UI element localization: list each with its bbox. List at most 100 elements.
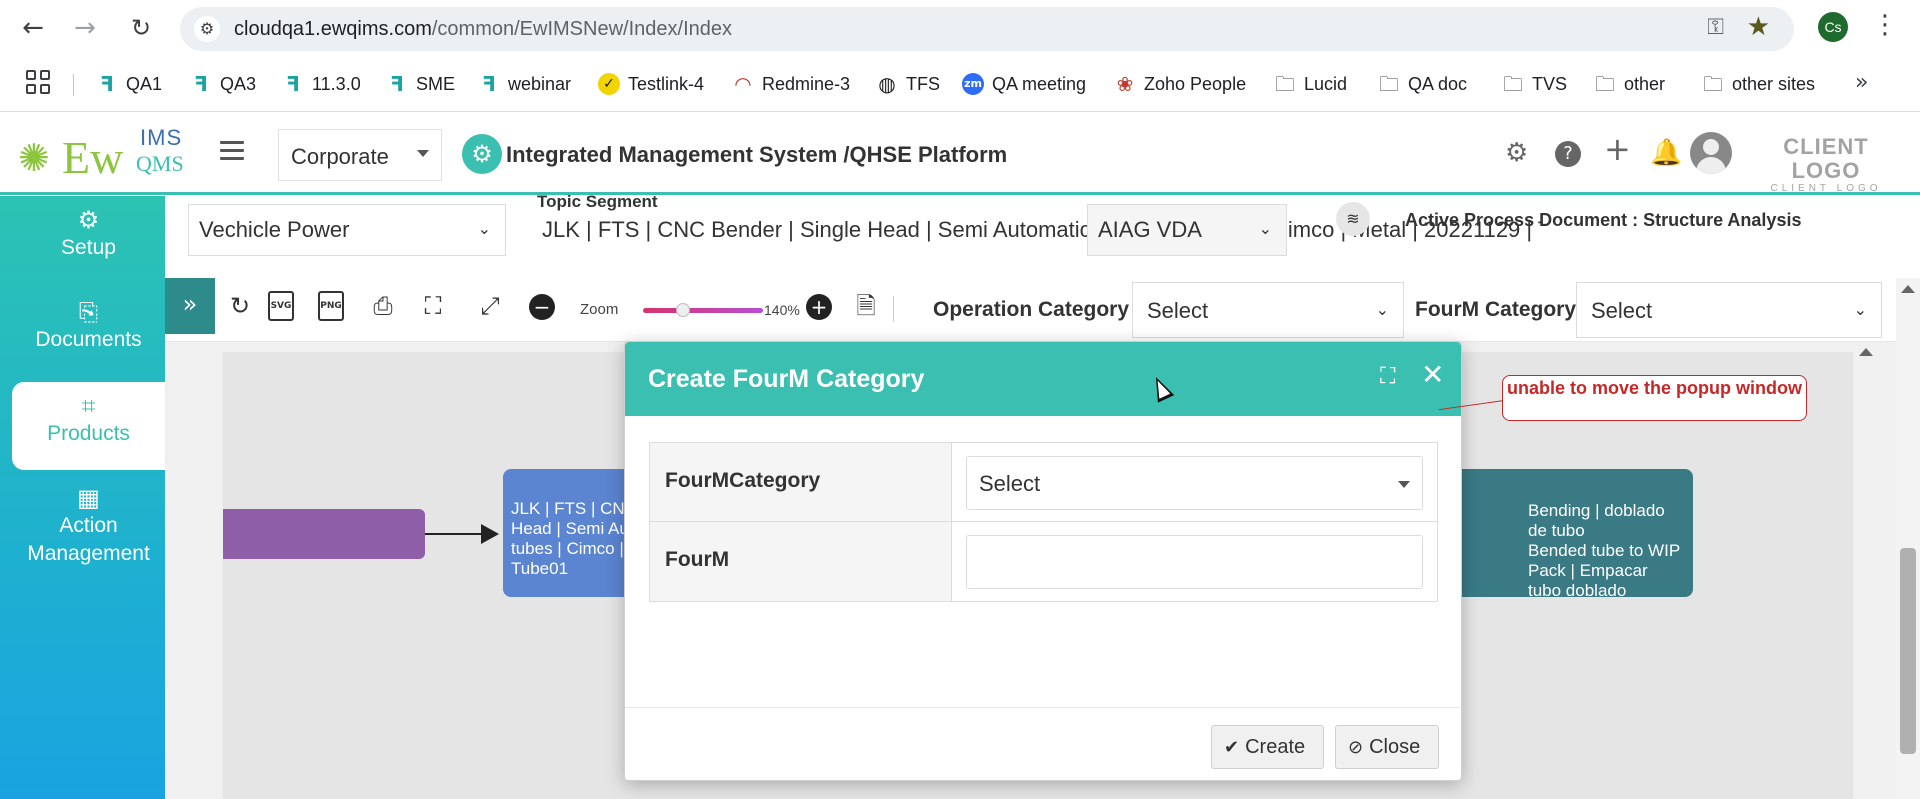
folder-icon: 🗀 <box>1595 72 1615 96</box>
bookmark-testlink[interactable]: ✓ Testlink-4 <box>598 68 704 100</box>
more-bookmarks-icon[interactable]: » <box>1855 70 1868 95</box>
redmine-icon: ◠ <box>735 72 751 96</box>
chevron-down-icon: ⌄ <box>477 219 491 238</box>
form-row-fourm: FourM <box>650 522 1437 601</box>
expand-panel-button[interactable]: » <box>165 278 215 334</box>
profile-avatar[interactable]: Cs <box>1818 12 1848 42</box>
annotation-callout: unable to move the popup window <box>1502 375 1807 421</box>
bookmark-qa-doc[interactable]: 🗀 QA doc <box>1378 68 1467 100</box>
standard-select[interactable]: AIAG VDA ⌄ <box>1087 204 1287 256</box>
zoom-label: Zoom <box>580 301 619 318</box>
user-avatar[interactable] <box>1690 132 1732 174</box>
close-button[interactable]: ⊘ Close <box>1335 725 1439 769</box>
operation-category-select[interactable]: Select ⌄ <box>1132 282 1404 338</box>
bookmark-qa1[interactable]: ꟻ QA1 <box>96 68 162 100</box>
browser-menu-icon[interactable]: ⋮ <box>1872 10 1898 40</box>
connector-arrow-icon <box>481 524 499 544</box>
filters-bar: Vechicle Power ⌄ Topic Segment JLK | FTS … <box>165 192 1920 278</box>
create-button[interactable]: ✔ Create <box>1211 725 1324 769</box>
back-arrow-icon[interactable]: ← <box>15 10 51 46</box>
bookmarks-separator <box>73 74 74 96</box>
layers-icon[interactable]: ≋ <box>1336 202 1370 236</box>
password-key-icon[interactable]: ⚿ <box>1707 15 1724 40</box>
bookmark-zoho-people[interactable]: ❀ Zoho People <box>1114 68 1246 100</box>
bookmark-tfs[interactable]: ◍ TFS <box>876 68 940 100</box>
maximize-icon[interactable]: ⛶ <box>1380 366 1395 388</box>
site-settings-icon[interactable]: ⚙ <box>194 16 220 42</box>
folder-icon: 🗀 <box>1379 72 1399 96</box>
diagram-toolbar: » ↻ SVG PNG ⎙ ⛶ ⤢ − Zoom 140% + 🗎 Operat… <box>165 278 1920 342</box>
document-icon[interactable]: 🗎 <box>851 290 881 322</box>
bookmark-qa-meeting[interactable]: zm QA meeting <box>962 68 1086 100</box>
dialog-title: Create FourM Category <box>648 365 925 393</box>
sidebar-item-products[interactable]: ⌗ Products <box>12 382 165 470</box>
organization-select[interactable]: Corporate <box>278 129 442 181</box>
browser-toolbar: ← → ↻ ⚙ cloudqa1.ewqims.com/common/EwIMS… <box>0 0 1920 56</box>
ewqims-icon: ꟻ <box>286 72 300 96</box>
hamburger-menu-icon[interactable] <box>220 141 244 161</box>
zoom-slider-handle[interactable] <box>676 303 690 317</box>
forward-arrow-icon[interactable]: → <box>67 10 103 46</box>
sidebar: ⚙ Setup ⎘ Documents ⌗ Products ▦ Action … <box>0 196 165 799</box>
fourm-label: FourM <box>650 522 952 601</box>
sidebar-item-label: Action Management <box>27 514 150 565</box>
bookmark-other-sites[interactable]: 🗀 other sites <box>1702 68 1815 100</box>
scroll-up-arrow-icon[interactable] <box>1859 348 1873 356</box>
bookmark-star-icon[interactable]: ★ <box>1747 12 1770 42</box>
sidebar-item-documents[interactable]: ⎘ Documents <box>12 288 165 376</box>
fourmcategory-select[interactable]: Select <box>966 456 1423 510</box>
apps-grid-icon[interactable] <box>26 70 50 94</box>
zoom-in-icon[interactable]: + <box>806 294 832 320</box>
chevron-down-icon: ⌄ <box>1853 300 1867 319</box>
bookmark-webinar[interactable]: ꟻ webinar <box>478 68 571 100</box>
fourm-input[interactable] <box>966 535 1423 589</box>
page-scrollbar-thumb[interactable] <box>1900 548 1916 754</box>
diagram-node-purple[interactable] <box>223 509 425 559</box>
ewqims-icon: ꟻ <box>194 72 208 96</box>
print-icon[interactable]: ⎙ <box>368 290 398 322</box>
gears-icon: ⚙ <box>77 206 100 234</box>
notification-bell-icon[interactable]: 🔔 <box>1650 139 1682 167</box>
settings-gear-icon[interactable]: ⚙ <box>1505 139 1528 167</box>
bookmark-qa3[interactable]: ꟻ QA3 <box>190 68 256 100</box>
add-icon[interactable]: + <box>1604 133 1631 165</box>
ewqims-icon: ꟻ <box>482 72 496 96</box>
reload-icon[interactable]: ↻ <box>123 10 159 46</box>
topic-segment-value: JLK | FTS | CNC Bender | Single Head | S… <box>542 217 1542 242</box>
bookmark-sme[interactable]: ꟻ SME <box>386 68 455 100</box>
process-node-text: Bending | doblado de tubo Bended tube to… <box>1528 501 1681 597</box>
fourm-category-select[interactable]: Select ⌄ <box>1576 282 1882 338</box>
products-icon: ⌗ <box>81 392 96 420</box>
bookmark-tvs[interactable]: 🗀 TVS <box>1502 68 1567 100</box>
zoho-icon: ❀ <box>1116 72 1134 96</box>
dialog-footer: ✔ Create ⊘ Close <box>625 707 1461 781</box>
product-select[interactable]: Vechicle Power ⌄ <box>188 204 506 256</box>
zoom-out-icon[interactable]: − <box>529 294 555 320</box>
bookmark-lucid[interactable]: 🗀 Lucid <box>1274 68 1347 100</box>
check-icon: ✔ <box>1224 737 1240 758</box>
sidebar-item-setup[interactable]: ⚙ Setup <box>12 196 165 284</box>
help-icon[interactable]: ? <box>1555 141 1581 167</box>
fourm-category-label: FourM Category <box>1415 298 1577 321</box>
export-svg-icon[interactable]: SVG <box>268 291 294 321</box>
zoom-slider[interactable] <box>643 308 763 313</box>
sidebar-item-action-management[interactable]: ▦ Action Management <box>12 474 165 584</box>
dialog-header[interactable]: Create FourM Category ⛶ ✕ <box>625 342 1461 416</box>
fit-screen-icon[interactable]: ⛶ <box>418 290 448 322</box>
address-bar[interactable]: ⚙ cloudqa1.ewqims.com/common/EwIMSNew/In… <box>180 7 1794 51</box>
canvas-scrollbar[interactable] <box>1855 342 1883 799</box>
bookmark-11-3-0[interactable]: ꟻ 11.3.0 <box>282 68 361 100</box>
app-header: ✺ Ew IMS QMS Corporate ⚙ Integrated Mana… <box>0 113 1920 195</box>
fullscreen-expand-icon[interactable]: ⤢ <box>475 290 505 322</box>
close-icon[interactable]: ✕ <box>1421 360 1444 390</box>
url-text[interactable]: cloudqa1.ewqims.com/common/EwIMSNew/Inde… <box>234 18 732 41</box>
sidebar-item-label: Setup <box>61 236 116 259</box>
export-png-icon[interactable]: PNG <box>318 291 344 321</box>
bookmark-other[interactable]: 🗀 other <box>1594 68 1665 100</box>
page-scroll-up-icon[interactable] <box>1901 285 1915 293</box>
bookmark-redmine[interactable]: ◠ Redmine-3 <box>732 68 850 100</box>
chevron-down-icon: ⌄ <box>1258 219 1272 238</box>
refresh-icon[interactable]: ↻ <box>225 290 255 322</box>
ewqims-logo[interactable]: ✺ Ew IMS QMS <box>18 127 194 183</box>
dialog-form: FourMCategory Select FourM <box>649 442 1438 602</box>
